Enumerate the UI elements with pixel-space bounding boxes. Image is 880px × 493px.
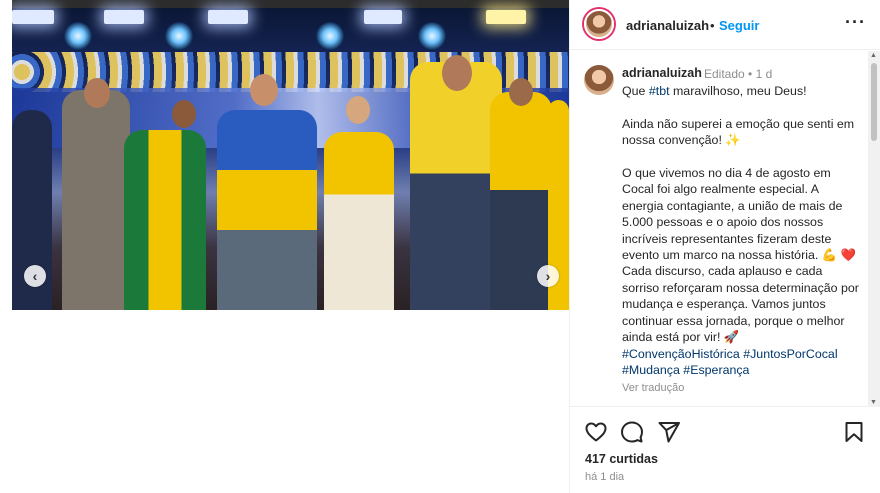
post-photo[interactable]: ‹ › [12, 0, 569, 310]
scroll-up-icon[interactable]: ▲ [870, 52, 877, 59]
scroll-down-icon[interactable]: ▼ [870, 399, 877, 406]
hashtag-tbt[interactable]: #tbt [649, 84, 670, 98]
caption-line-3: O que vivemos no dia 4 de agosto em Coca… [622, 166, 863, 345]
post-time: há 1 dia [585, 471, 625, 483]
header-username[interactable]: adrianaluizah [626, 18, 709, 33]
send-icon[interactable] [657, 420, 681, 444]
instagram-post-modal: ‹ › adrianaluizah • Seguir ··· adrianalu… [12, 0, 880, 493]
caption-separator: • [748, 67, 753, 81]
edited-label: Editado [704, 67, 745, 81]
follow-button[interactable]: Seguir [719, 18, 759, 33]
header-separator: • [710, 18, 715, 33]
caption-line-1: Que #tbt maravilhoso, meu Deus! [622, 84, 807, 98]
comment-icon[interactable] [620, 420, 644, 444]
hashtags-line-2[interactable]: #Mudança #Esperança [622, 363, 749, 377]
likes-count[interactable]: 417 curtidas [585, 452, 658, 466]
see-translation-link[interactable]: Ver tradução [622, 382, 684, 394]
caption-section: adrianaluizah Editado • 1 d Que #tbt mar… [570, 51, 880, 407]
caption-scrollbar[interactable]: ▲ ▼ [868, 51, 880, 407]
bookmark-icon[interactable] [842, 420, 866, 444]
chevron-left-icon[interactable]: ‹ [24, 265, 46, 287]
ellipsis-icon[interactable]: ··· [845, 12, 866, 33]
post-header: adrianaluizah • Seguir ··· [570, 0, 880, 50]
caption-age: 1 d [755, 67, 773, 81]
hashtags-line-1[interactable]: #ConvençãoHistórica #JuntosPorCocal [622, 347, 838, 361]
caption-meta: Editado • 1 d [704, 67, 772, 81]
chevron-right-icon[interactable]: › [537, 265, 559, 287]
caption-line-2: Ainda não superei a emoção que senti em … [622, 116, 858, 148]
caption-avatar[interactable] [584, 65, 614, 95]
avatar[interactable] [584, 9, 614, 39]
caption-line-1-text: Que #tbt maravilhoso, meu Deus! [622, 84, 807, 98]
heart-icon[interactable] [584, 420, 608, 444]
caption-text: Que #tbt maravilhoso, meu Deus! Ainda nã… [622, 83, 862, 378]
scroll-thumb[interactable] [871, 63, 877, 141]
post-side-panel: adrianaluizah • Seguir ··· adrianaluizah… [569, 0, 880, 493]
action-bar [570, 408, 880, 456]
caption-username[interactable]: adrianaluizah [622, 66, 702, 80]
